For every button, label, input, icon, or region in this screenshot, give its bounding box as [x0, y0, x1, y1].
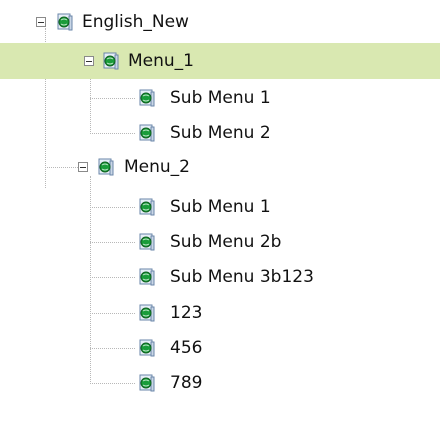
page-globe-icon	[139, 374, 155, 392]
tree-node-label: 789	[170, 373, 203, 393]
tree-node-root[interactable]: English_New	[0, 4, 440, 40]
tree-node-label: Sub Menu 1	[170, 197, 271, 217]
page-globe-icon	[139, 124, 155, 142]
tree-node-menu-1[interactable]: Menu_1	[0, 43, 440, 79]
page-globe-icon	[139, 268, 155, 286]
tree-node-label: Sub Menu 3b123	[170, 267, 314, 287]
tree-node-menu-2-child-4[interactable]: 123	[0, 295, 440, 331]
page-globe-icon	[98, 158, 114, 176]
tree-node-menu-2-child-5[interactable]: 456	[0, 330, 440, 366]
tree-node-label-menu-1: Menu_1	[128, 51, 194, 71]
tree-node-menu-2-child-6[interactable]: 789	[0, 365, 440, 401]
page-globe-icon	[103, 52, 119, 70]
collapse-toggle-icon[interactable]	[78, 162, 88, 172]
tree-node-menu-1-child-2[interactable]: Sub Menu 2	[0, 115, 440, 151]
tree-node-menu-2[interactable]: Menu_2	[0, 149, 440, 185]
page-globe-icon	[57, 13, 73, 31]
page-globe-icon	[139, 198, 155, 216]
page-globe-icon	[139, 233, 155, 251]
tree-node-label: 456	[170, 338, 203, 358]
tree-node-menu-2-child-2[interactable]: Sub Menu 2b	[0, 224, 440, 260]
tree-node-menu-2-child-1[interactable]: Sub Menu 1	[0, 189, 440, 225]
tree-node-label: Sub Menu 2b	[170, 232, 282, 252]
tree-node-label-menu-2: Menu_2	[124, 157, 190, 177]
page-globe-icon	[139, 339, 155, 357]
collapse-toggle-icon[interactable]	[84, 56, 94, 66]
tree-node-label-root: English_New	[82, 12, 189, 32]
tree-view: English_New Menu_1 Sub Menu 1 Sub Menu 2	[0, 0, 440, 426]
tree-node-menu-2-child-3[interactable]: Sub Menu 3b123	[0, 259, 440, 295]
tree-node-menu-1-child-1[interactable]: Sub Menu 1	[0, 80, 440, 116]
collapse-toggle-icon[interactable]	[36, 17, 46, 27]
tree-node-label: 123	[170, 303, 203, 323]
page-globe-icon	[139, 304, 155, 322]
page-globe-icon	[139, 89, 155, 107]
tree-node-label: Sub Menu 1	[170, 88, 271, 108]
tree-node-label: Sub Menu 2	[170, 123, 271, 143]
